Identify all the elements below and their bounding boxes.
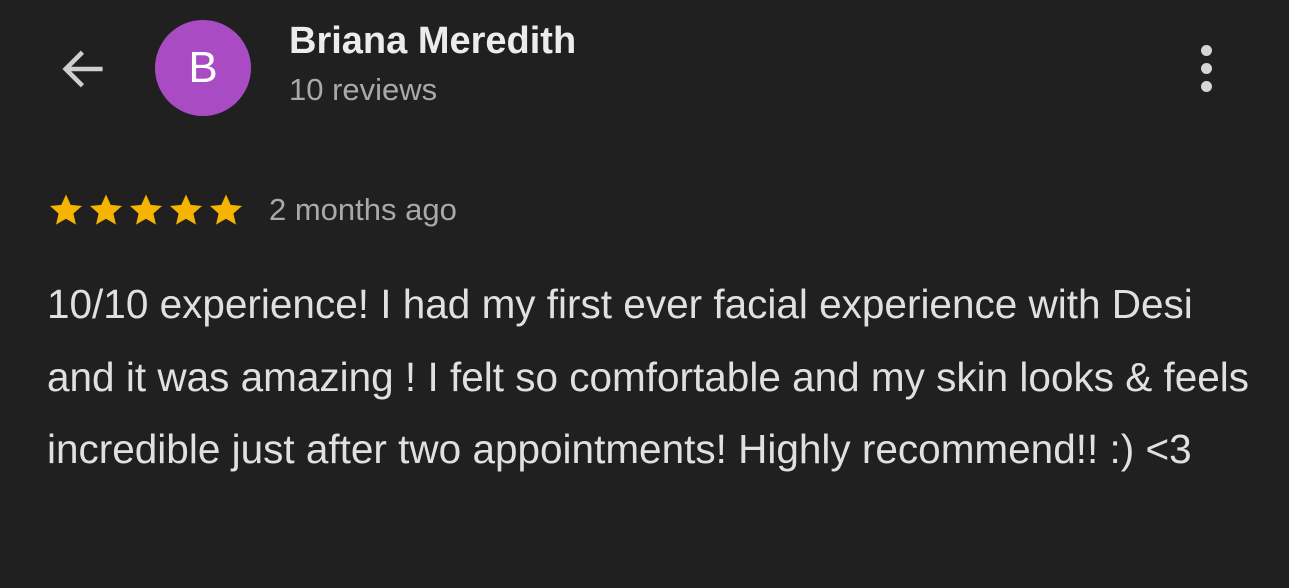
star-icon [207,191,245,229]
avatar[interactable]: B [155,20,251,116]
star-icon [87,191,125,229]
more-vertical-icon [1200,44,1212,56]
reviewer-header: B Briana Meredith 10 reviews [0,0,1289,140]
back-button[interactable] [52,38,114,100]
review-date: 2 months ago [269,192,457,227]
star-icon [127,191,165,229]
more-vertical-icon-dot [1200,62,1212,74]
star-icon [167,191,205,229]
more-vertical-icon-dot [1200,80,1212,92]
star-rating [47,191,245,229]
review-text: 10/10 experience! I had my first ever fa… [47,281,1250,472]
rating-row: 2 months ago [47,188,457,232]
reviewer-name[interactable]: Briana Meredith [289,20,576,63]
arrow-left-icon [62,50,103,88]
more-options-button[interactable] [1180,38,1232,98]
review-count: 10 reviews [289,72,438,107]
star-icon [47,191,85,229]
avatar-letter: B [188,43,218,92]
